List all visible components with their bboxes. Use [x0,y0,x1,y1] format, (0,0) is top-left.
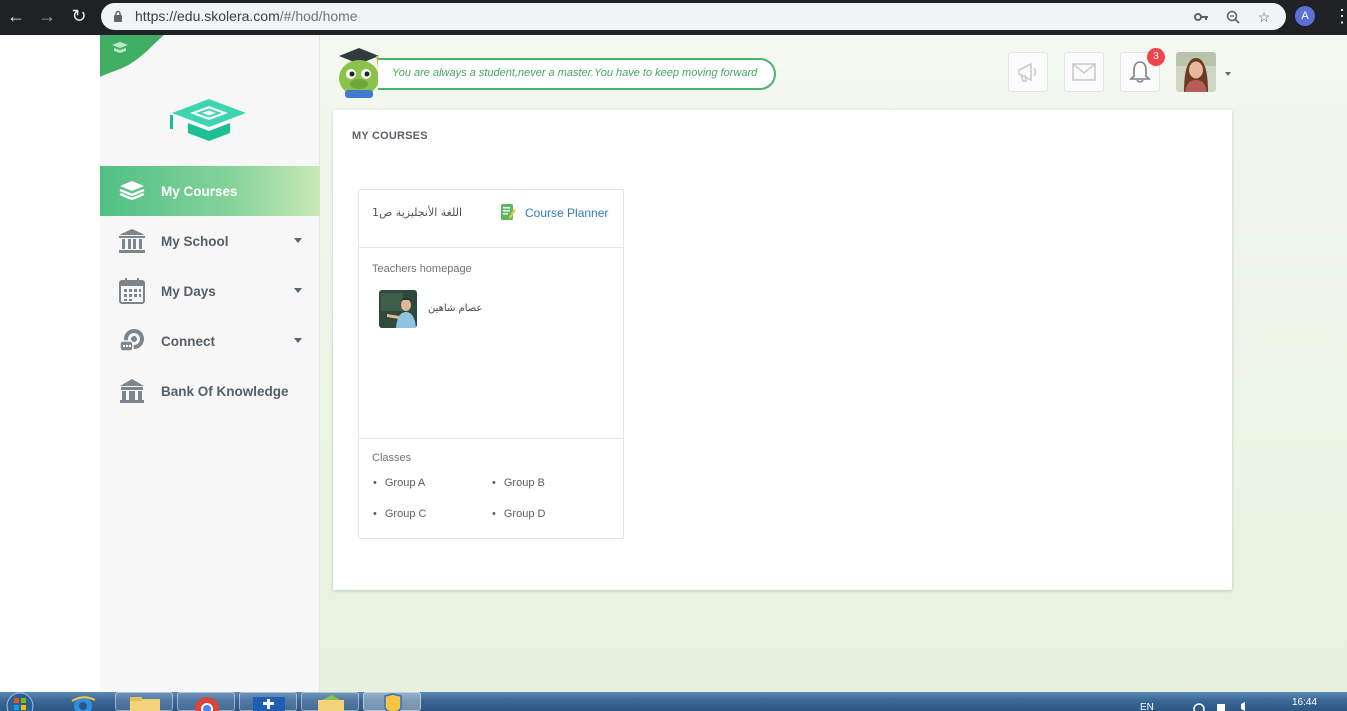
os-taskbar: EN 16:44 [0,692,1347,711]
class-group-c[interactable]: Group C [373,508,427,520]
sidebar-item-label: Connect [161,333,215,349]
class-group-d[interactable]: Group D [492,508,546,520]
lock-icon [114,10,122,22]
chat-bubbles-icon [118,327,146,355]
folder-icon [130,697,160,711]
course-planner-link[interactable]: Course Planner [525,206,608,220]
files-icon [318,695,344,711]
taskbar-app-button[interactable] [239,692,297,711]
notification-count-badge: 3 [1147,48,1165,66]
courses-panel: MY COURSES اللغة الأنجليزية ص1 Course Pl… [333,110,1232,590]
taskbar-files-button[interactable] [301,692,359,711]
motivation-quote: You are always a student,never a master.… [378,58,776,90]
sidebar-item-label: My Days [161,283,216,299]
app-window-icon [253,697,285,711]
url-path: /#/hod/home [279,8,358,24]
class-group-b[interactable]: Group B [492,477,545,489]
messages-button[interactable] [1064,52,1104,92]
sidebar-menu: My Courses My School My Days Connect Ban… [100,166,320,416]
calendar-icon [118,277,146,305]
sidebar-item-label: Bank Of Knowledge [161,383,289,399]
start-orb-icon[interactable] [2,692,38,711]
chevron-down-icon [294,338,302,343]
user-menu-caret-icon[interactable] [1225,72,1231,76]
bookmark-star-icon[interactable]: ☆ [1256,9,1272,25]
reload-icon[interactable]: ↻ [68,5,90,27]
course-planner-icon[interactable] [500,203,516,221]
teacher-photo-icon [379,290,417,328]
sidebar-item-my-days[interactable]: My Days [100,266,320,316]
sidebar-item-my-school[interactable]: My School [100,216,320,266]
internet-explorer-icon[interactable] [66,692,100,711]
user-avatar[interactable] [1176,52,1216,92]
classes-label: Classes [372,452,412,464]
url-text: https://edu.skolera.com/#/hod/home [135,8,358,24]
language-indicator[interactable]: EN [1140,702,1154,711]
divider [359,438,623,439]
sidebar-item-bank-of-knowledge[interactable]: Bank Of Knowledge [100,366,320,416]
tray-icons[interactable] [1193,702,1253,711]
envelope-icon [1072,63,1096,81]
skolera-logo-icon [170,99,246,141]
books-icon [118,177,146,205]
teacher-avatar[interactable] [379,290,417,328]
sidebar: My Courses My School My Days Connect Ban… [100,35,320,692]
corner-badge-icon [100,35,164,77]
megaphone-icon [1018,62,1037,82]
bell-icon [1129,61,1151,83]
browser-toolbar: ← → ↻ https://edu.skolera.com/#/hod/home… [0,0,1347,35]
profile-avatar[interactable]: A [1295,6,1315,26]
sidebar-item-my-courses[interactable]: My Courses [100,166,320,216]
shield-icon [384,693,402,711]
url-host: https://edu.skolera.com [135,8,280,24]
taskbar-security-button[interactable] [363,692,421,711]
left-gutter [0,35,100,692]
browser-menu-icon[interactable]: ⋮ [1333,5,1347,27]
back-arrow-icon[interactable]: ← [5,5,27,27]
key-icon[interactable] [1193,9,1209,25]
chevron-down-icon [294,238,302,243]
page-content: My Courses My School My Days Connect Ban… [0,35,1347,692]
user-photo-icon [1176,52,1216,92]
announcements-button[interactable] [1008,52,1048,92]
course-card: اللغة الأنجليزية ص1 Course Planner Teach… [358,189,624,539]
course-name[interactable]: اللغة الأنجليزية ص1 [372,206,462,219]
teacher-name[interactable]: عصام شاهين [428,303,482,314]
clock-time[interactable]: 16:44 [1292,697,1317,708]
school-building-icon [118,227,146,255]
course-card-header: اللغة الأنجليزية ص1 Course Planner [359,190,623,248]
page-title: MY COURSES [352,130,428,142]
forward-arrow-icon[interactable]: → [36,5,58,27]
taskbar-chrome-button[interactable] [177,692,235,711]
sidebar-item-label: My Courses [161,183,238,199]
address-bar[interactable]: https://edu.skolera.com/#/hod/home ☆ [101,3,1286,30]
quote-text: You are always a student,never a master.… [392,67,758,79]
class-group-a[interactable]: Group A [373,477,425,489]
sidebar-item-connect[interactable]: Connect [100,316,320,366]
chrome-icon [195,697,219,711]
chevron-down-icon [294,288,302,293]
zoom-icon[interactable] [1225,9,1241,25]
sidebar-item-label: My School [161,233,229,249]
taskbar-explorer-button[interactable] [115,692,173,711]
bank-icon [118,377,146,405]
teachers-homepage-label: Teachers homepage [372,263,472,275]
